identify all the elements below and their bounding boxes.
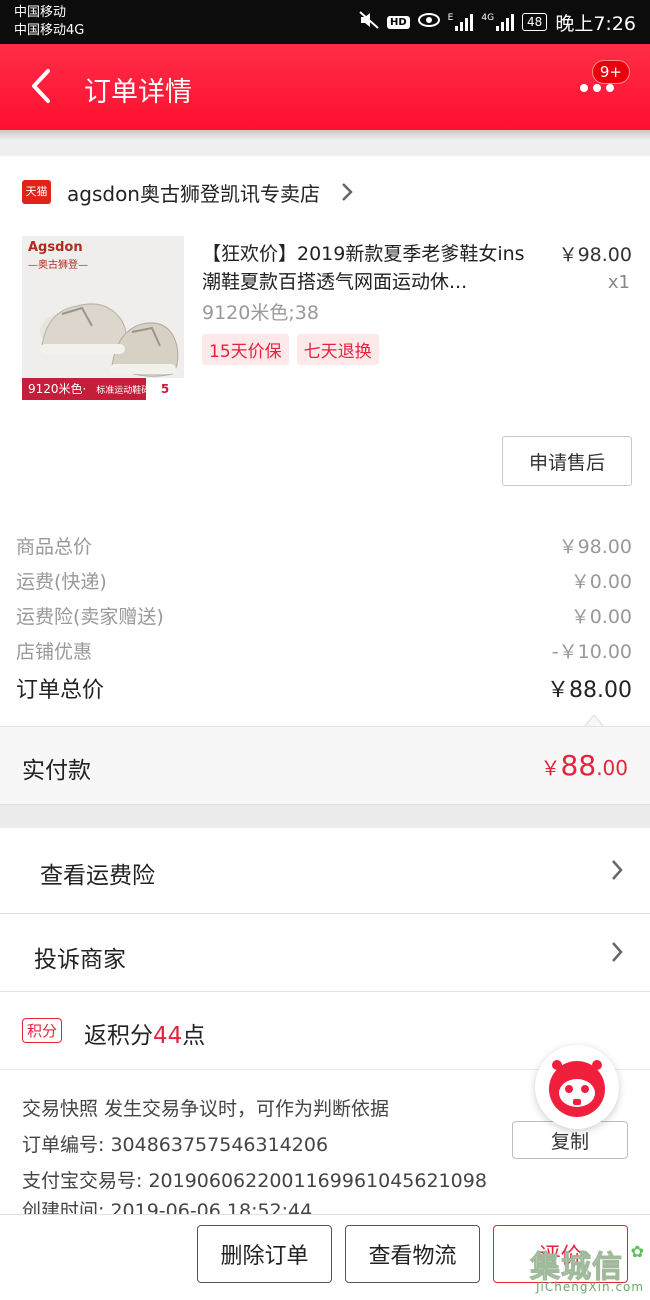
- freight-insurance-row[interactable]: 查看运费险: [0, 828, 650, 914]
- after-sale-button[interactable]: 申请售后: [502, 436, 632, 486]
- bottom-action-bar: 删除订单 查看物流 评价 集城信 ✿ JiChengXin.com: [0, 1214, 650, 1300]
- mute-icon: [359, 11, 379, 33]
- chevron-left-icon: [32, 69, 50, 103]
- summary-value: ￥0.00: [570, 606, 632, 628]
- watermark-url: JiChengXin.com: [536, 1280, 645, 1294]
- order-total-row: 订单总价 ￥88.00: [0, 668, 650, 703]
- paid-label: 实付款: [22, 758, 91, 784]
- product-image[interactable]: Agsdon —奥古狮登— 9120米色· 标准运动鞋码 5: [22, 236, 184, 400]
- order-number: 订单编号: 304863757546314206: [22, 1134, 329, 1156]
- shop-header[interactable]: 天猫 agsdon奥古狮登凯讯专卖店: [22, 176, 354, 208]
- image-strip: 9120米色· 标准运动鞋码 5: [22, 378, 184, 400]
- summary-value: ￥0.00: [570, 571, 632, 593]
- shoe-illustration: [40, 303, 179, 377]
- alipay-number: 支付宝交易号: 2019060622001169961045621098: [22, 1170, 487, 1192]
- signal-4g-icon: 4G: [481, 13, 515, 31]
- network-type-2: 4G: [481, 13, 495, 23]
- app-header: 订单详情 9+: [0, 44, 650, 130]
- summary-row: 运费险(卖家赠送) ￥0.00: [0, 598, 650, 630]
- view-logistics-button[interactable]: 查看物流: [345, 1225, 480, 1283]
- summary-value: -￥10.00: [551, 641, 632, 663]
- chevron-right-icon: [342, 183, 353, 201]
- delete-order-button[interactable]: 删除订单: [197, 1225, 332, 1283]
- battery-icon: 48: [522, 13, 548, 31]
- paid-integer: 88: [560, 749, 597, 782]
- complain-row[interactable]: 投诉商家: [0, 914, 650, 992]
- image-strip-badge: 5: [146, 378, 184, 400]
- summary-label: 店铺优惠: [16, 641, 93, 663]
- product-sku: 9120米色;38: [202, 302, 319, 324]
- chevron-right-icon: [612, 860, 623, 880]
- order-total-value: ￥88.00: [547, 678, 632, 703]
- tag-seven-day-return: 七天退换: [296, 334, 379, 365]
- freight-insurance-label: 查看运费险: [40, 863, 155, 889]
- divider: [0, 130, 650, 156]
- watermark: 集城信 ✿ JiChengXin.com: [526, 1242, 645, 1294]
- image-strip-text: 9120米色·: [28, 382, 87, 396]
- summary-row: 运费(快递) ￥0.00: [0, 563, 650, 595]
- points-suffix: 点: [182, 1023, 206, 1049]
- summary-label: 运费(快递): [16, 571, 107, 593]
- paid-currency: ￥: [540, 756, 561, 780]
- more-icon[interactable]: [580, 84, 614, 94]
- summary-row: 店铺优惠 -￥10.00: [0, 633, 650, 665]
- points-prefix: 返积分: [84, 1023, 153, 1049]
- points-value: 44: [153, 1023, 183, 1049]
- created-time: 创建时间: 2019-06-06 18:52:44: [22, 1200, 313, 1214]
- customer-service-robot-icon[interactable]: [535, 1045, 619, 1129]
- carrier-2: 中国移动4G: [14, 23, 85, 38]
- summary-value: ￥98.00: [558, 536, 632, 558]
- order-card: 天猫 agsdon奥古狮登凯讯专卖店 Agsdon —奥古狮登— 9120米色·…: [0, 156, 650, 726]
- product-price: ￥98.00: [558, 244, 632, 266]
- shop-name: agsdon奥古狮登凯讯专卖店: [67, 181, 320, 206]
- section-gap: [0, 804, 650, 828]
- notification-badge: 9+: [591, 60, 630, 84]
- points-tag: 积分: [22, 1018, 63, 1043]
- tmall-logo-icon: 天猫: [22, 180, 51, 204]
- clock: 晚上7:26: [555, 12, 636, 35]
- summary-label: 运费险(卖家赠送): [16, 606, 164, 628]
- eye-icon: [417, 13, 440, 31]
- hd-icon: HD: [386, 15, 410, 29]
- complain-label: 投诉商家: [34, 947, 126, 973]
- snapshot-link[interactable]: 交易快照 发生交易争议时，可作为判断依据: [22, 1094, 389, 1121]
- product-quantity: x1: [607, 272, 630, 293]
- image-strip-sub: 标准运动鞋码: [96, 386, 151, 396]
- status-bar: 中国移动 中国移动4G HD E 4G 48 晚上7:26: [0, 0, 650, 44]
- network-type-1: E: [447, 13, 454, 23]
- product-title[interactable]: 【狂欢价】2019新款夏季老爹鞋女ins潮鞋夏款百搭透气网面运动休...: [202, 240, 542, 296]
- paid-amount-row: 实付款 ￥88.00: [0, 726, 650, 804]
- chevron-right-icon: [612, 942, 623, 962]
- paid-value: ￥88.00: [541, 749, 628, 782]
- carrier-1: 中国移动: [14, 5, 67, 20]
- leaf-icon: ✿: [630, 1242, 644, 1261]
- order-total-label: 订单总价: [16, 678, 105, 703]
- back-button[interactable]: [26, 66, 56, 106]
- paid-decimal: .00: [596, 756, 628, 780]
- service-tags: 15天价保 七天退换: [202, 334, 379, 365]
- points-text: 返积分44点: [84, 1016, 205, 1050]
- summary-label: 商品总价: [16, 536, 93, 558]
- summary-row: 商品总价 ￥98.00: [0, 528, 650, 560]
- tag-price-protection: 15天价保: [202, 334, 289, 365]
- signal-icon: E: [448, 13, 474, 31]
- page-title: 订单详情: [84, 77, 192, 108]
